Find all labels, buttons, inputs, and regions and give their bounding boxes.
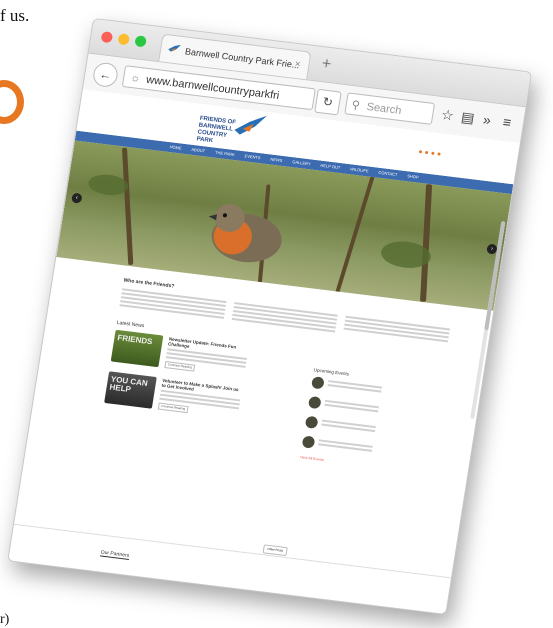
event-item[interactable] — [307, 395, 379, 416]
event-item[interactable] — [304, 415, 376, 436]
partners-section: Our Partners — [8, 523, 452, 614]
news-thumbnail[interactable]: FRIENDS — [110, 329, 164, 368]
search-placeholder: Search — [365, 100, 403, 118]
overflow-chevrons-icon[interactable]: » — [482, 111, 492, 128]
new-tab-button[interactable]: + — [320, 55, 333, 74]
event-avatar — [310, 376, 325, 390]
event-avatar — [304, 415, 319, 429]
orange-circle-graphic — [0, 80, 24, 124]
news-thumbnail[interactable]: YOU CAN HELP — [104, 371, 157, 409]
robin-beak — [208, 213, 218, 221]
event-item[interactable] — [301, 435, 373, 455]
news-text: Volunteer to Make a Splash! Join us to G… — [157, 378, 242, 419]
reader-icon[interactable]: ▤ — [460, 109, 476, 127]
branch-stem — [121, 147, 134, 266]
event-avatar — [307, 395, 322, 410]
window-close-dot[interactable] — [100, 31, 114, 44]
url-text: www.barnwellcountryparkfri — [145, 73, 281, 103]
read-more-button[interactable]: Continue Reading — [164, 361, 196, 372]
thumbnail-text: FRIENDS — [116, 333, 154, 347]
window-zoom-dot[interactable] — [134, 35, 147, 48]
event-avatar — [301, 435, 316, 449]
bookmark-star-icon[interactable]: ☆ — [440, 106, 455, 124]
background-page-text-top: f us. — [0, 6, 30, 25]
background-page-text-bottom: r) — [0, 612, 10, 627]
partners-title: Our Partners — [100, 549, 130, 560]
window-minimize-dot[interactable] — [117, 33, 131, 46]
web-page-viewport: FRIENDS OF BARNWELL COUNTRY PARK ●●●● HO… — [8, 89, 520, 614]
globe-icon: ☼ — [129, 71, 142, 85]
search-icon: ⚲ — [350, 99, 361, 112]
news-text: Newsletter Update: Friends Fun Challenge… — [164, 336, 248, 377]
hamburger-menu-icon[interactable]: ≡ — [502, 114, 513, 131]
back-arrow-icon[interactable]: ← — [91, 61, 120, 89]
kingfisher-logo-icon — [234, 115, 268, 135]
search-input[interactable]: ⚲ Search — [344, 92, 436, 125]
read-more-button[interactable]: Continue Reading — [157, 402, 189, 414]
branch-stem — [420, 184, 433, 302]
reload-icon[interactable]: ↻ — [314, 88, 342, 116]
upcoming-events: Upcoming Events View All Events — [300, 367, 384, 467]
thumbnail-text: YOU CAN HELP — [108, 374, 149, 394]
tab-close-icon[interactable]: × — [292, 51, 302, 79]
branch-stem — [335, 167, 378, 294]
all-events-link[interactable]: View All Events — [300, 455, 370, 467]
social-icons[interactable]: ●●●● — [418, 149, 444, 159]
kingfisher-favicon-icon — [168, 44, 182, 52]
browser-window-screenshot: Barnwell Country Park Frie... × + ← ☼ ww… — [7, 17, 533, 616]
site-logo[interactable]: FRIENDS OF BARNWELL COUNTRY PARK — [196, 108, 271, 150]
carousel-prev-icon[interactable]: ‹ — [71, 192, 83, 204]
